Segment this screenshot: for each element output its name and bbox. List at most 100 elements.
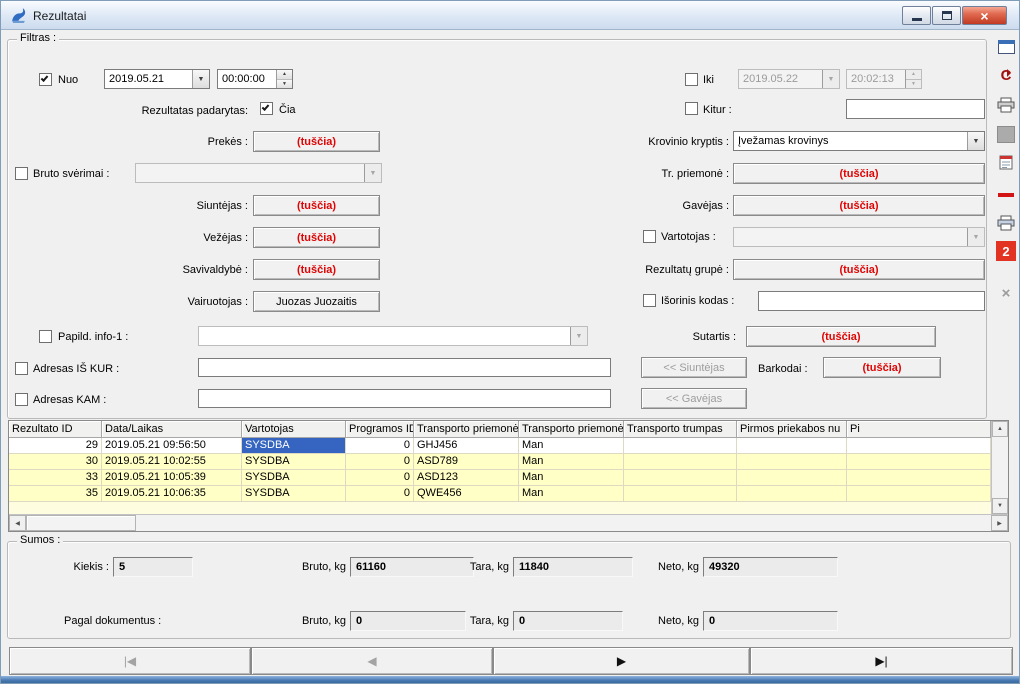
iki-time-spinner[interactable]: 20:02:13 ▲▼	[846, 69, 922, 89]
grid-col-header[interactable]: Vartotojas	[242, 421, 346, 438]
nav-last-button[interactable]: ▶|	[750, 647, 1013, 675]
grid-cell[interactable]: ASD123	[414, 470, 519, 486]
adresas-is-kur-checkbox[interactable]	[15, 362, 28, 375]
grid-cell[interactable]: 2019.05.21 10:05:39	[102, 470, 242, 486]
grid-cell[interactable]: GHJ456	[414, 438, 519, 454]
titlebar[interactable]: Rezultatai ×	[1, 1, 1019, 30]
grid-cell[interactable]: 35	[9, 486, 102, 502]
grid-cell[interactable]: SYSDBA	[242, 486, 346, 502]
isorinis-kodas-input[interactable]	[758, 291, 985, 311]
grid-cell[interactable]	[847, 454, 991, 470]
scroll-left-icon[interactable]: ◀	[9, 515, 26, 531]
blank-tool-button[interactable]	[994, 122, 1018, 146]
grid-cell[interactable]: Man	[519, 486, 624, 502]
remove-button[interactable]	[994, 183, 1018, 207]
bruto-sverimai-select[interactable]: ▼	[135, 163, 382, 183]
print-list-button[interactable]	[994, 211, 1018, 235]
print-button[interactable]	[994, 93, 1018, 117]
grid-cell[interactable]: Man	[519, 470, 624, 486]
grid-cell[interactable]: 29	[9, 438, 102, 454]
grid-cell[interactable]	[737, 438, 847, 454]
bruto-sverimai-checkbox[interactable]	[15, 167, 28, 180]
scroll-down-icon[interactable]: ▼	[992, 498, 1008, 514]
savivaldybe-button[interactable]: (tuščia)	[253, 259, 380, 280]
grid-cell[interactable]	[847, 486, 991, 502]
grid-cell[interactable]: SYSDBA	[242, 470, 346, 486]
grid-cell[interactable]: QWE456	[414, 486, 519, 502]
table-row[interactable]: 33 2019.05.21 10:05:39 SYSDBA 0 ASD123 M…	[9, 470, 991, 486]
grid-cell[interactable]: 0	[346, 454, 414, 470]
maximize-button[interactable]	[932, 6, 961, 25]
grid-cell[interactable]	[737, 470, 847, 486]
grid-cell[interactable]	[624, 470, 737, 486]
grid-cell[interactable]: 0	[346, 486, 414, 502]
cia-checkbox[interactable]	[260, 102, 273, 115]
grid-col-header[interactable]: Pi	[847, 421, 991, 438]
nav-next-button[interactable]: ▶	[493, 647, 750, 675]
nuo-time-spinner[interactable]: 00:00:00 ▲▼	[217, 69, 293, 89]
prekes-button[interactable]: (tuščia)	[253, 131, 380, 152]
grid-cell[interactable]: 0	[346, 470, 414, 486]
barkodai-button[interactable]: (tuščia)	[823, 357, 941, 378]
notes-button[interactable]	[994, 150, 1018, 174]
grid-cell[interactable]	[624, 454, 737, 470]
nuo-checkbox[interactable]	[39, 73, 52, 86]
grid-col-header[interactable]: Transporto priemonė	[414, 421, 519, 438]
horizontal-scrollbar[interactable]: ◀ ▶	[9, 514, 1008, 531]
grid-cell[interactable]	[737, 486, 847, 502]
grid-cell-selected[interactable]: SYSDBA	[242, 438, 346, 454]
rezultatu-grupe-button[interactable]: (tuščia)	[733, 259, 985, 280]
nav-prev-button[interactable]: ◀	[251, 647, 493, 675]
grid-col-header[interactable]: Data/Laikas	[102, 421, 242, 438]
grid-col-header[interactable]: Transporto priemonė	[519, 421, 624, 438]
kitur-checkbox[interactable]	[685, 102, 698, 115]
refresh-button[interactable]: C	[994, 63, 1018, 87]
scrollbar-thumb[interactable]	[26, 515, 136, 531]
grid-cell[interactable]	[624, 438, 737, 454]
grid-cell[interactable]	[624, 486, 737, 502]
vairuotojas-button[interactable]: Juozas Juozaitis	[253, 291, 380, 312]
open-form-button[interactable]	[994, 35, 1018, 59]
grid-col-header[interactable]: Rezultato ID	[9, 421, 102, 438]
nuo-date-picker[interactable]: 2019.05.21 ▼	[104, 69, 210, 89]
papild-info-select[interactable]: ▼	[198, 326, 588, 346]
scroll-right-icon[interactable]: ▶	[991, 515, 1008, 531]
table-row[interactable]: 29 2019.05.21 09:56:50 SYSDBA 0 GHJ456 M…	[9, 438, 991, 454]
adresas-is-kur-input[interactable]	[198, 358, 611, 377]
vartotojas-checkbox[interactable]	[643, 230, 656, 243]
results-2-button[interactable]: 2	[994, 239, 1018, 263]
grid-col-header[interactable]: Pirmos priekabos nu	[737, 421, 847, 438]
nuo-date-dropdown-icon[interactable]: ▼	[192, 70, 209, 88]
close-button[interactable]: ×	[962, 6, 1007, 25]
tr-priemone-button[interactable]: (tuščia)	[733, 163, 985, 184]
nav-first-button[interactable]: |◀	[9, 647, 251, 675]
grid-cell[interactable]: 2019.05.21 10:06:35	[102, 486, 242, 502]
isorinis-kodas-checkbox[interactable]	[643, 294, 656, 307]
iki-checkbox[interactable]	[685, 73, 698, 86]
grid-cell[interactable]: Man	[519, 454, 624, 470]
table-row[interactable]: 30 2019.05.21 10:02:55 SYSDBA 0 ASD789 M…	[9, 454, 991, 470]
grid-col-header[interactable]: Programos ID	[346, 421, 414, 438]
copy-siuntejas-button[interactable]: << Siuntėjas	[641, 357, 747, 378]
krovinio-kryptis-select[interactable]: Įvežamas krovinys ▼	[733, 131, 985, 151]
grid-cell[interactable]	[847, 470, 991, 486]
vartotojas-select[interactable]: ▼	[733, 227, 985, 247]
vezejas-button[interactable]: (tuščia)	[253, 227, 380, 248]
grid-cell[interactable]: Man	[519, 438, 624, 454]
scrollbar-track[interactable]	[136, 515, 991, 531]
gavejas-button[interactable]: (tuščia)	[733, 195, 985, 216]
grid-cell[interactable]	[737, 454, 847, 470]
siuntejas-button[interactable]: (tuščia)	[253, 195, 380, 216]
grid-cell[interactable]: ASD789	[414, 454, 519, 470]
grid-cell[interactable]: 2019.05.21 10:02:55	[102, 454, 242, 470]
grid-cell[interactable]: SYSDBA	[242, 454, 346, 470]
adresas-kam-checkbox[interactable]	[15, 393, 28, 406]
grid-cell[interactable]: 33	[9, 470, 102, 486]
copy-gavejas-button[interactable]: << Gavėjas	[641, 388, 747, 409]
scroll-up-icon[interactable]: ▲	[992, 421, 1008, 437]
clear-button[interactable]: ×	[994, 281, 1018, 305]
sutartis-button[interactable]: (tuščia)	[746, 326, 936, 347]
table-row[interactable]: 35 2019.05.21 10:06:35 SYSDBA 0 QWE456 M…	[9, 486, 991, 502]
spin-up-icon[interactable]: ▲	[277, 70, 292, 80]
grid-cell[interactable]: 30	[9, 454, 102, 470]
